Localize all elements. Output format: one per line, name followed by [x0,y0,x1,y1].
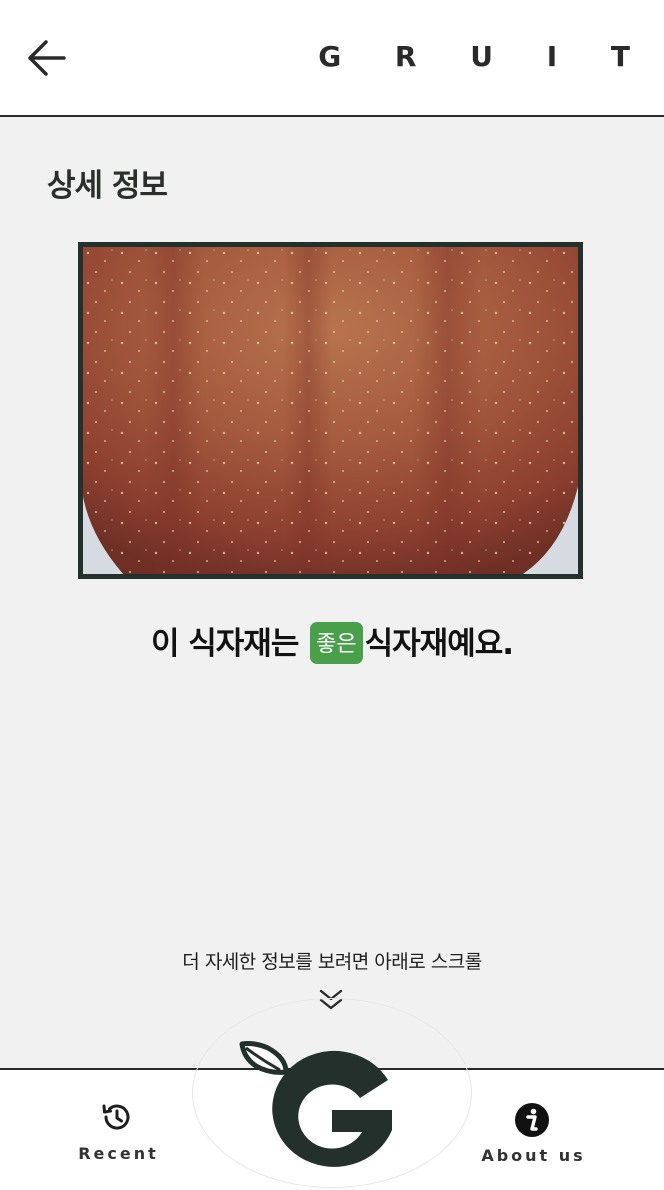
gruit-logo[interactable] [236,1036,404,1176]
history-icon [102,1104,130,1130]
info-icon [515,1103,549,1137]
gruit-logo-icon [239,1041,392,1167]
brand-title: G R U I T [318,40,652,73]
arrow-left-icon [28,40,66,76]
nav-recent[interactable]: Recent [74,1100,160,1163]
nav-about-us[interactable]: About us [480,1102,584,1165]
result-sentence: 이 식자재는 좋은 식자재예요. [0,618,664,664]
app-header: G R U I T [0,0,664,117]
produce-photo-frame [78,242,583,579]
quality-badge: 좋은 [310,622,363,664]
nav-about-label: About us [481,1146,586,1165]
produce-photo [83,247,578,574]
result-prefix: 이 식자재는 [150,626,299,662]
scroll-hint: 더 자세한 정보를 보려면 아래로 스크롤 [182,951,482,973]
nav-recent-label: Recent [78,1144,159,1163]
result-suffix: 식자재예요. [364,626,514,662]
page-title: 상세 정보 [47,168,168,204]
back-button[interactable] [18,30,74,86]
